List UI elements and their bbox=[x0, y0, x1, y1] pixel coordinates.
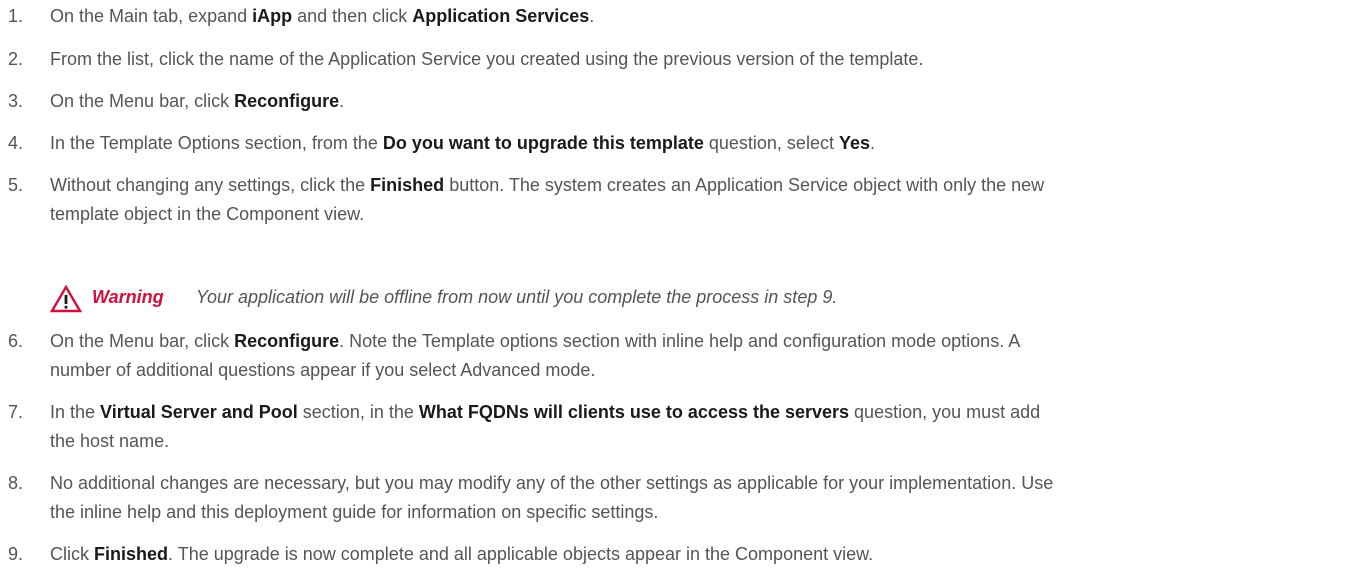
step-text: the host name. bbox=[50, 431, 170, 451]
step-text: . bbox=[589, 6, 595, 26]
step-text: . bbox=[339, 91, 345, 111]
step-text: No additional changes are necessary, but… bbox=[50, 473, 1054, 493]
emphasized-term: Application Services bbox=[412, 6, 590, 26]
step-line: the host name. bbox=[50, 427, 169, 456]
emphasized-term: Finished bbox=[94, 544, 169, 564]
step-line: On the Main tab, expand iApp and then cl… bbox=[50, 2, 594, 31]
step-number: 3. bbox=[8, 91, 24, 111]
step-text: Without changing any settings, click the bbox=[50, 175, 371, 195]
step-number: 4. bbox=[8, 133, 24, 153]
step-line: On the Menu bar, click Reconfigure. Note… bbox=[50, 327, 1020, 356]
warning-note: Warning Your application will be offline… bbox=[50, 285, 1361, 315]
step-text: On the Menu bar, click bbox=[50, 331, 235, 351]
emphasized-term: Reconfigure bbox=[234, 91, 340, 111]
emphasized-term: iApp bbox=[252, 6, 293, 26]
step-line: From the list, click the name of the App… bbox=[50, 45, 923, 74]
step-line: number of additional questions appear if… bbox=[50, 356, 595, 385]
step-text: question, you must add bbox=[849, 402, 1041, 422]
emphasized-term: Yes bbox=[838, 133, 871, 153]
warning-label: Warning bbox=[92, 287, 164, 307]
step-text: and then click bbox=[292, 6, 413, 26]
step-line: No additional changes are necessary, but… bbox=[50, 469, 1053, 498]
step-line: the inline help and this deployment guid… bbox=[50, 498, 658, 527]
step-number: 2. bbox=[8, 49, 24, 69]
step-line: In the Virtual Server and Pool section, … bbox=[50, 398, 1040, 427]
step-text: Click bbox=[50, 544, 94, 564]
step-line: Without changing any settings, click the… bbox=[50, 171, 1044, 200]
step-number: 6. bbox=[8, 331, 24, 351]
step-text: . Note the Template options section with… bbox=[339, 331, 1021, 351]
step-number: 5. bbox=[8, 175, 24, 195]
step-text: From the list, click the name of the App… bbox=[50, 49, 924, 69]
step-line: On the Menu bar, click Reconfigure. bbox=[50, 87, 344, 116]
step-text: number of additional questions appear if… bbox=[50, 360, 596, 380]
emphasized-term: Do you want to upgrade this template bbox=[382, 133, 704, 153]
step-text: question, select bbox=[703, 133, 839, 153]
step-text: . bbox=[870, 133, 876, 153]
step-line: In the Template Options section, from th… bbox=[50, 129, 875, 158]
warning-triangle-icon bbox=[50, 285, 82, 313]
step-number: 8. bbox=[8, 473, 24, 493]
step-text: template object in the Component view. bbox=[50, 204, 365, 224]
step-number: 1. bbox=[8, 6, 24, 26]
step-text: On the Menu bar, click bbox=[50, 91, 235, 111]
step-number: 7. bbox=[8, 402, 24, 422]
emphasized-term: Reconfigure bbox=[234, 331, 340, 351]
emphasized-term: Finished bbox=[370, 175, 445, 195]
step-text: . The upgrade is now complete and all ap… bbox=[168, 544, 874, 564]
step-text: In the bbox=[50, 402, 101, 422]
warning-text: Your application will be offline from no… bbox=[196, 287, 838, 307]
step-text: On the Main tab, expand bbox=[50, 6, 253, 26]
step-text: the inline help and this deployment guid… bbox=[50, 502, 659, 522]
step-text: In the Template Options section, from th… bbox=[50, 133, 383, 153]
step-line: template object in the Component view. bbox=[50, 200, 364, 229]
step-number: 9. bbox=[8, 544, 24, 564]
emphasized-term: Virtual Server and Pool bbox=[100, 402, 298, 422]
step-text: section, in the bbox=[297, 402, 419, 422]
step-text: button. The system creates an Applicatio… bbox=[444, 175, 1045, 195]
step-line: Click Finished. The upgrade is now compl… bbox=[50, 540, 873, 569]
emphasized-term: What FQDNs will clients use to access th… bbox=[418, 402, 850, 422]
